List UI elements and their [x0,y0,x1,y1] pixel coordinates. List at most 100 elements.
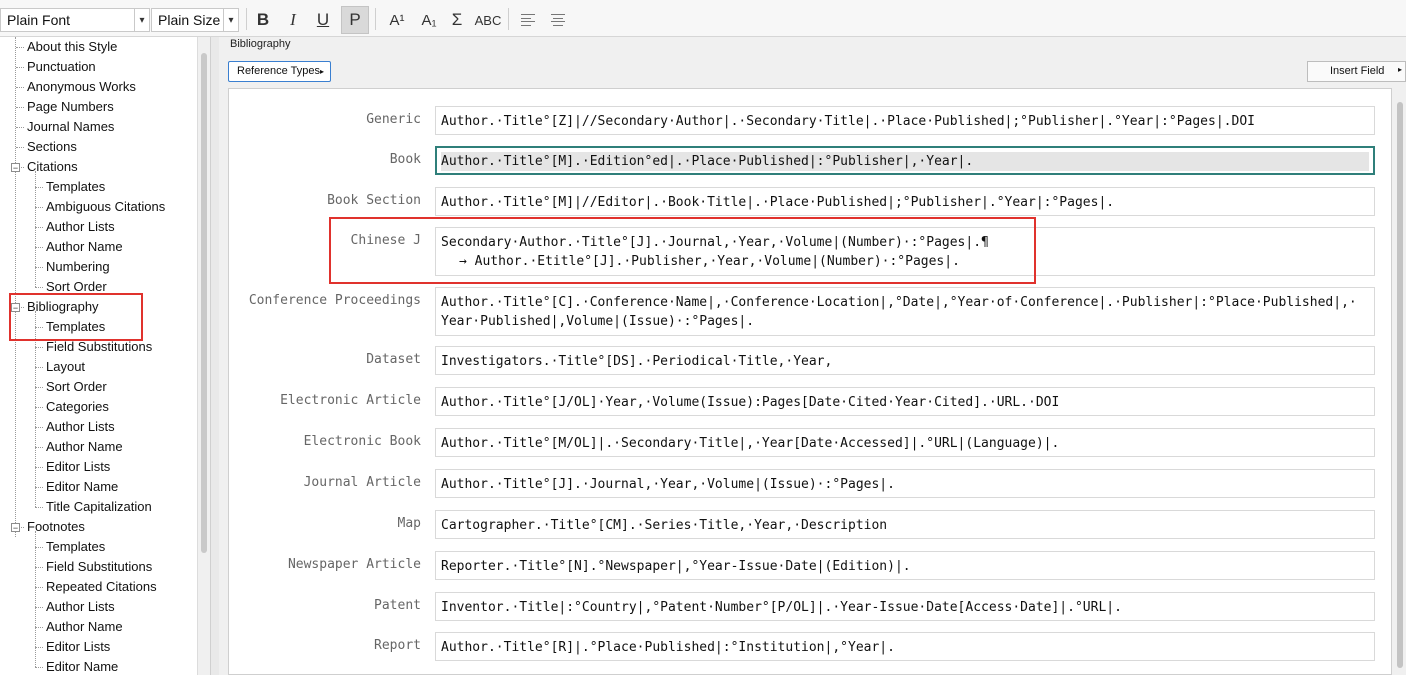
template-field[interactable]: Reporter.·Title°[N].°Newspaper|,°Year-Is… [435,551,1375,580]
template-line: Author.·Title°[R]|.°Place·Published|:°In… [441,640,895,655]
tree-connector [16,47,24,48]
tree-connector [35,267,43,268]
template-field[interactable]: Author.·Title°[Z]|//Secondary·Author|.·S… [435,106,1375,135]
tree-connector [16,107,24,108]
collapse-toggle-icon[interactable]: − [11,163,20,173]
symbol-button[interactable]: Σ [443,6,471,34]
tree-item[interactable]: Layout [46,357,85,377]
insert-field-label: Insert Field [1330,65,1385,77]
template-label: Dataset [366,352,421,367]
tree-item[interactable]: Title Capitalization [46,497,152,517]
template-label: Conference Proceedings [248,293,421,308]
tree-item[interactable]: Categories [46,397,109,417]
italic-button[interactable]: I [279,6,307,34]
tree-item[interactable]: Author Name [46,437,123,457]
underline-button[interactable]: U [309,6,337,34]
tree-item[interactable]: Templates [46,177,105,197]
tree-item[interactable]: Author Lists [46,417,115,437]
template-line: Year·Published|,Volume|(Issue)·:°Pages|. [441,314,755,329]
bold-button[interactable]: B [249,6,277,34]
font-select-value: Plain Font [7,12,71,28]
tree-connector [35,227,43,228]
tree-connector [35,567,43,568]
template-field[interactable]: Investigators.·Title°[DS].·Periodical·Ti… [435,346,1375,375]
tree-connector [35,187,43,188]
tree-connector [35,667,43,668]
highlight-box-chinese-j [329,217,1036,284]
align-left-button[interactable] [514,6,542,34]
tree-item[interactable]: Repeated Citations [46,577,157,597]
smallcaps-button[interactable]: ABC [473,6,503,34]
tree-connector [35,287,43,288]
scrollbar-thumb[interactable] [1397,102,1403,668]
tree-connector [35,171,36,287]
subscript-button[interactable]: A₁ [415,6,443,34]
tree-connector [35,367,43,368]
tree-connector [35,407,43,408]
tree-connector [35,467,43,468]
tree-item[interactable]: Editor Name [46,657,118,675]
template-label: Journal Article [303,475,421,490]
tree-item[interactable]: Templates [46,537,105,557]
caret-right-icon: ▸ [319,67,324,76]
tree-item[interactable]: Sort Order [46,377,107,397]
tree-item[interactable]: Editor Name [46,477,118,497]
template-field[interactable]: Author.·Title°[M].·Edition°ed|.·Place·Pu… [435,146,1375,175]
tree-item[interactable]: Author Name [46,617,123,637]
chevron-down-icon[interactable]: ▾ [134,9,149,31]
editor-scrollbar[interactable] [1394,88,1406,675]
tree-scrollbar[interactable] [201,53,207,553]
template-field[interactable]: Cartographer.·Title°[CM].·Series·Title,·… [435,510,1375,539]
template-label: Book [389,152,421,167]
chevron-down-icon[interactable]: ▾ [223,9,238,31]
tree-item[interactable]: Punctuation [27,57,96,77]
tree-connector [16,147,24,148]
template-field[interactable]: Author.·Title°[J/OL]·Year,·Volume(Issue)… [435,387,1375,416]
superscript-button[interactable]: A¹ [383,6,411,34]
template-line: Author.·Title°[J/OL]·Year,·Volume(Issue)… [441,395,1060,410]
tree-item[interactable]: Anonymous Works [27,77,136,97]
tree-connector [35,427,43,428]
tree-item[interactable]: Numbering [46,257,110,277]
tree-item[interactable]: Journal Names [27,117,114,137]
template-field[interactable]: Author.·Title°[J].·Journal,·Year,·Volume… [435,469,1375,498]
template-field[interactable]: Author.·Title°[C].·Conference·Name|,·Con… [435,287,1375,336]
tree-connector [35,347,43,348]
tree-item[interactable]: Editor Lists [46,637,110,657]
tree-connector [35,247,43,248]
align-center-button[interactable] [544,6,572,34]
tree-item[interactable]: Sections [27,137,77,157]
tree-item[interactable]: Editor Lists [46,457,110,477]
tree-connector [35,587,43,588]
template-label: Book Section [327,193,421,208]
template-field[interactable]: Author.·Title°[M]|//Editor|.·Book·Title|… [435,187,1375,216]
template-field[interactable]: Inventor.·Title|:°Country|,°Patent·Numbe… [435,592,1375,621]
tree-connector [16,127,24,128]
tree-item[interactable]: Page Numbers [27,97,114,117]
reference-types-button[interactable]: Reference Types▸ [228,61,331,82]
template-field[interactable]: Author.·Title°[M/OL]|.·Secondary·Title|,… [435,428,1375,457]
tree-connector [16,67,24,68]
tree-item[interactable]: Field Substitutions [46,557,152,577]
font-select[interactable]: Plain Font ▾ [0,8,150,32]
plain-button[interactable]: P [341,6,369,34]
template-line: Author.·Title°[M].·Edition°ed|.·Place·Pu… [441,152,1369,171]
tree-item[interactable]: Ambiguous Citations [46,197,165,217]
tree-item[interactable]: Author Name [46,237,123,257]
collapse-toggle-icon[interactable]: − [11,523,20,533]
toolbar-divider [246,8,247,30]
insert-field-button[interactable]: Insert Field ▸ [1307,61,1406,82]
template-line: Author.·Title°[Z]|//Secondary·Author|.·S… [441,114,1255,129]
tree-connector [15,37,16,537]
template-field[interactable]: Author.·Title°[R]|.°Place·Published|:°In… [435,632,1375,661]
pane-splitter[interactable] [210,37,219,675]
template-line: Author.·Title°[C].·Conference·Name|,·Con… [441,295,1357,310]
tree-item[interactable]: Author Lists [46,597,115,617]
template-line: Author.·Title°[M]|//Editor|.·Book·Title|… [441,195,1115,210]
panel-header [219,37,1406,88]
toolbar-divider [508,8,509,30]
template-label: Patent [374,598,421,613]
size-select[interactable]: Plain Size ▾ [151,8,239,32]
tree-item[interactable]: Author Lists [46,217,115,237]
tree-item[interactable]: About this Style [27,37,117,57]
